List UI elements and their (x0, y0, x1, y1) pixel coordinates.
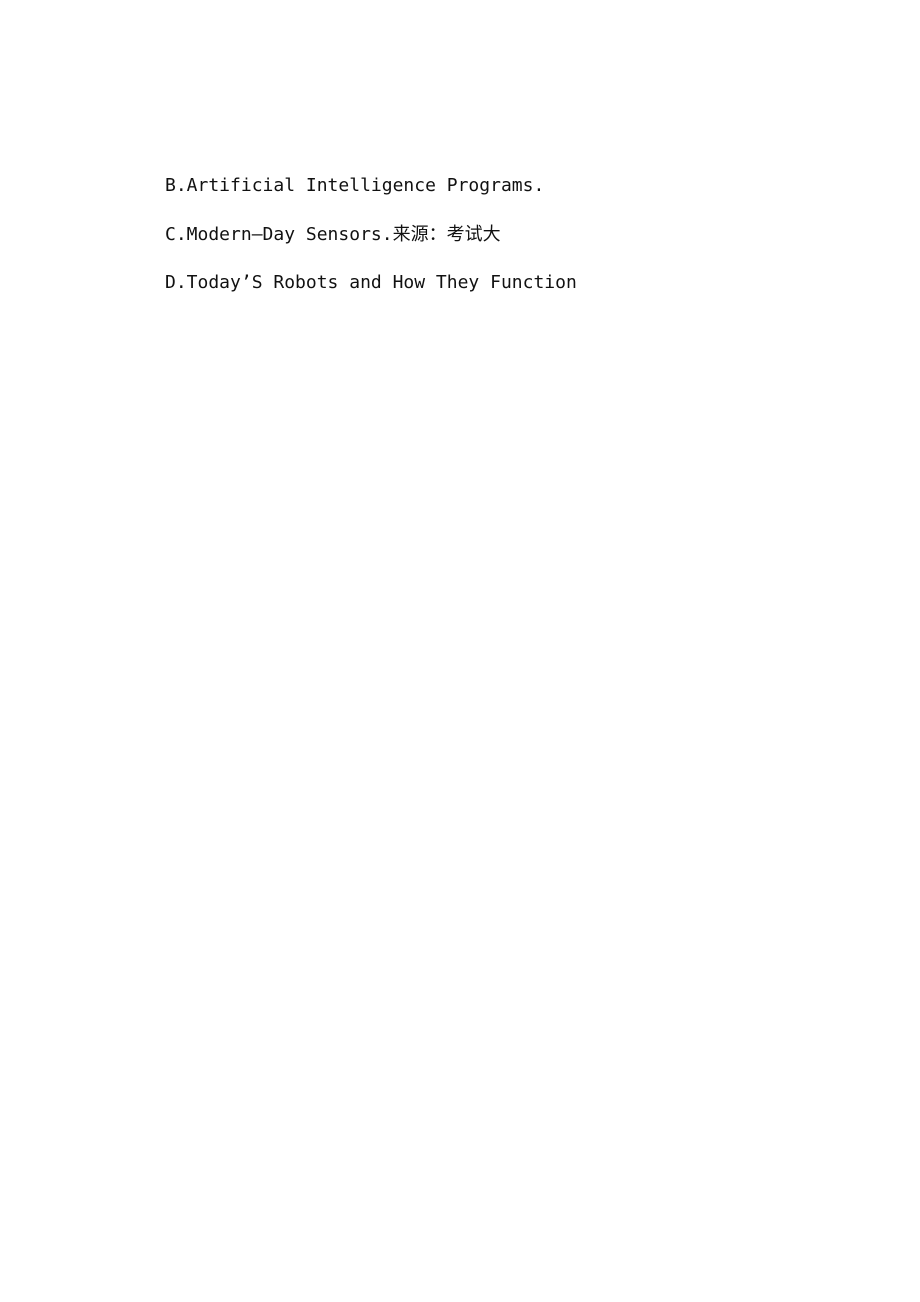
answer-options-list: B.Artificial Intelligence Programs. C.Mo… (165, 174, 577, 320)
option-c: C.Modern—Day Sensors.来源：考试大 (165, 223, 501, 245)
option-d: D.Today’S Robots and How They Function (165, 272, 577, 293)
option-b: B.Artificial Intelligence Programs. (165, 175, 545, 196)
document-page: B.Artificial Intelligence Programs. C.Mo… (0, 0, 920, 1302)
